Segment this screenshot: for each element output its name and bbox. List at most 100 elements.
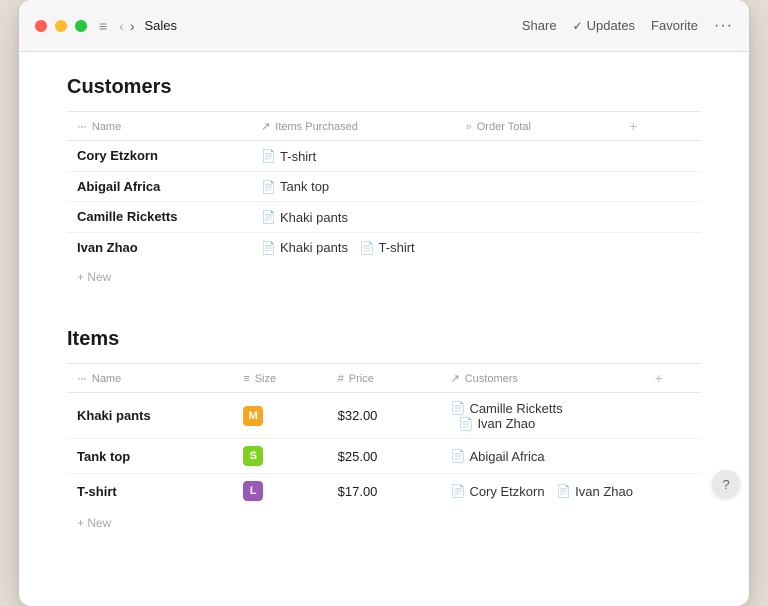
back-arrow-icon[interactable]: ‹ xyxy=(119,18,124,34)
items-col-size: ≡ Size xyxy=(233,364,327,393)
doc-icon: 📄 xyxy=(450,484,465,498)
table-row: T-shirt L $17.00 📄 Cory Etzkorn 📄 xyxy=(67,474,701,509)
traffic-lights xyxy=(35,20,87,32)
updates-button[interactable]: ✓ Updates xyxy=(573,18,635,33)
help-button[interactable]: ? xyxy=(712,470,740,498)
check-icon: ✓ xyxy=(573,19,583,33)
customers-section-title: Customers xyxy=(67,76,701,99)
customer-tag: 📄 Abigail Africa xyxy=(450,449,544,464)
doc-icon: 📄 xyxy=(556,484,571,498)
favorite-button[interactable]: Favorite xyxy=(651,18,698,33)
doc-icon: 📄 xyxy=(450,449,465,463)
items-col-add[interactable]: + xyxy=(645,364,701,393)
customer-order-total xyxy=(456,202,620,233)
customers-section: Customers 𝌀 Name ↗ Items xyxy=(67,76,701,292)
customer-tag: 📄 Ivan Zhao xyxy=(556,484,633,499)
customer-items: 📄 Khaki pants xyxy=(251,202,456,233)
customer-tag: 📄 Ivan Zhao xyxy=(458,416,535,431)
item-customers: 📄 Cory Etzkorn 📄 Ivan Zhao xyxy=(440,474,644,509)
items-section-title: Items xyxy=(67,328,701,351)
customers-header-row: 𝌀 Name ↗ Items Purchased xyxy=(67,112,701,141)
customer-name: Ivan Zhao xyxy=(67,232,251,262)
item-size: S xyxy=(233,439,327,474)
items-new-row[interactable]: + New xyxy=(67,508,701,538)
items-col-price: # Price xyxy=(328,364,441,393)
table-row: Ivan Zhao 📄 Khaki pants 📄 T-shirt xyxy=(67,232,701,262)
titlebar-actions: Share ✓ Updates Favorite ··· xyxy=(522,17,733,35)
size-icon: ≡ xyxy=(243,373,249,385)
customers-new-row[interactable]: + New xyxy=(67,262,701,292)
table-row: Abigail Africa 📄 Tank top xyxy=(67,171,701,202)
item-size: L xyxy=(233,474,327,509)
doc-icon: 📄 xyxy=(450,401,465,415)
table-row: Cory Etzkorn 📄 T-shirt xyxy=(67,141,701,172)
breadcrumb-nav: ‹ › Sales xyxy=(119,18,177,34)
customer-tag: 📄 Camille Ricketts xyxy=(450,401,562,416)
arrow-up-right-icon: ↗ xyxy=(450,372,459,385)
item-name: Khaki pants xyxy=(67,393,233,439)
item-tag: 📄 Khaki pants xyxy=(261,210,348,225)
customer-order-total xyxy=(456,232,620,262)
customer-items: 📄 Khaki pants 📄 T-shirt xyxy=(251,232,456,262)
customer-name: Abigail Africa xyxy=(67,171,251,202)
items-header-row: 𝌀 Name ≡ Size # xyxy=(67,364,701,393)
doc-icon: 📄 xyxy=(458,417,473,431)
close-button[interactable] xyxy=(35,20,47,32)
forward-arrow-icon[interactable]: › xyxy=(130,18,135,34)
add-column-icon[interactable]: + xyxy=(655,370,663,386)
minimize-button[interactable] xyxy=(55,20,67,32)
item-size: M xyxy=(233,393,327,439)
search-icon: ⌕ xyxy=(466,121,472,134)
customer-items: 📄 T-shirt xyxy=(251,141,456,172)
customer-items: 📄 Tank top xyxy=(251,171,456,202)
customers-col-add[interactable]: + xyxy=(619,112,701,141)
customers-col-items: ↗ Items Purchased xyxy=(251,112,456,141)
customers-col-name: 𝌀 Name xyxy=(67,112,251,141)
table-row: Camille Ricketts 📄 Khaki pants xyxy=(67,202,701,233)
hash-icon: # xyxy=(338,373,344,385)
item-price: $17.00 xyxy=(328,474,441,509)
person-icon: 𝌀 xyxy=(77,372,87,385)
maximize-button[interactable] xyxy=(75,20,87,32)
item-name: Tank top xyxy=(67,439,233,474)
table-row: Tank top S $25.00 📄 Abigail Africa xyxy=(67,439,701,474)
customer-order-total xyxy=(456,141,620,172)
add-column-icon[interactable]: + xyxy=(629,118,637,134)
items-section: Items 𝌀 Name ≡ Size xyxy=(67,328,701,538)
item-tag: 📄 T-shirt xyxy=(360,240,415,255)
doc-icon: 📄 xyxy=(261,180,276,194)
doc-icon: 📄 xyxy=(360,241,375,255)
item-customers: 📄 Camille Ricketts 📄 Ivan Zhao xyxy=(440,393,644,439)
item-price: $25.00 xyxy=(328,439,441,474)
app-window: ≡ ‹ › Sales Share ✓ Updates Favorite ···… xyxy=(19,0,749,606)
item-customers: 📄 Abigail Africa xyxy=(440,439,644,474)
arrow-up-right-icon: ↗ xyxy=(261,120,270,133)
customer-name: Camille Ricketts xyxy=(67,202,251,233)
more-options-button[interactable]: ··· xyxy=(714,17,733,35)
size-badge-l: L xyxy=(243,481,263,501)
customer-order-total xyxy=(456,171,620,202)
item-tag: 📄 Khaki pants xyxy=(261,240,348,255)
doc-icon: 📄 xyxy=(261,149,276,163)
size-badge-s: S xyxy=(243,446,263,466)
doc-icon: 📄 xyxy=(261,210,276,224)
person-icon: 𝌀 xyxy=(77,120,87,133)
customers-table: 𝌀 Name ↗ Items Purchased xyxy=(67,111,701,262)
titlebar: ≡ ‹ › Sales Share ✓ Updates Favorite ··· xyxy=(19,0,749,52)
items-table: 𝌀 Name ≡ Size # xyxy=(67,363,701,508)
doc-icon: 📄 xyxy=(261,241,276,255)
main-content: Customers 𝌀 Name ↗ Items xyxy=(19,52,749,606)
customers-col-order: ⌕ Order Total xyxy=(456,112,620,141)
hamburger-icon[interactable]: ≡ xyxy=(99,18,107,34)
item-price: $32.00 xyxy=(328,393,441,439)
customer-tag: 📄 Cory Etzkorn xyxy=(450,484,544,499)
size-badge-m: M xyxy=(243,406,263,426)
share-button[interactable]: Share xyxy=(522,18,557,33)
customer-name: Cory Etzkorn xyxy=(67,141,251,172)
items-col-customers: ↗ Customers xyxy=(440,364,644,393)
item-name: T-shirt xyxy=(67,474,233,509)
items-col-name: 𝌀 Name xyxy=(67,364,233,393)
item-tag: 📄 Tank top xyxy=(261,179,329,194)
table-row: Khaki pants M $32.00 📄 Camille Ricketts … xyxy=(67,393,701,439)
item-tag: 📄 T-shirt xyxy=(261,149,316,164)
